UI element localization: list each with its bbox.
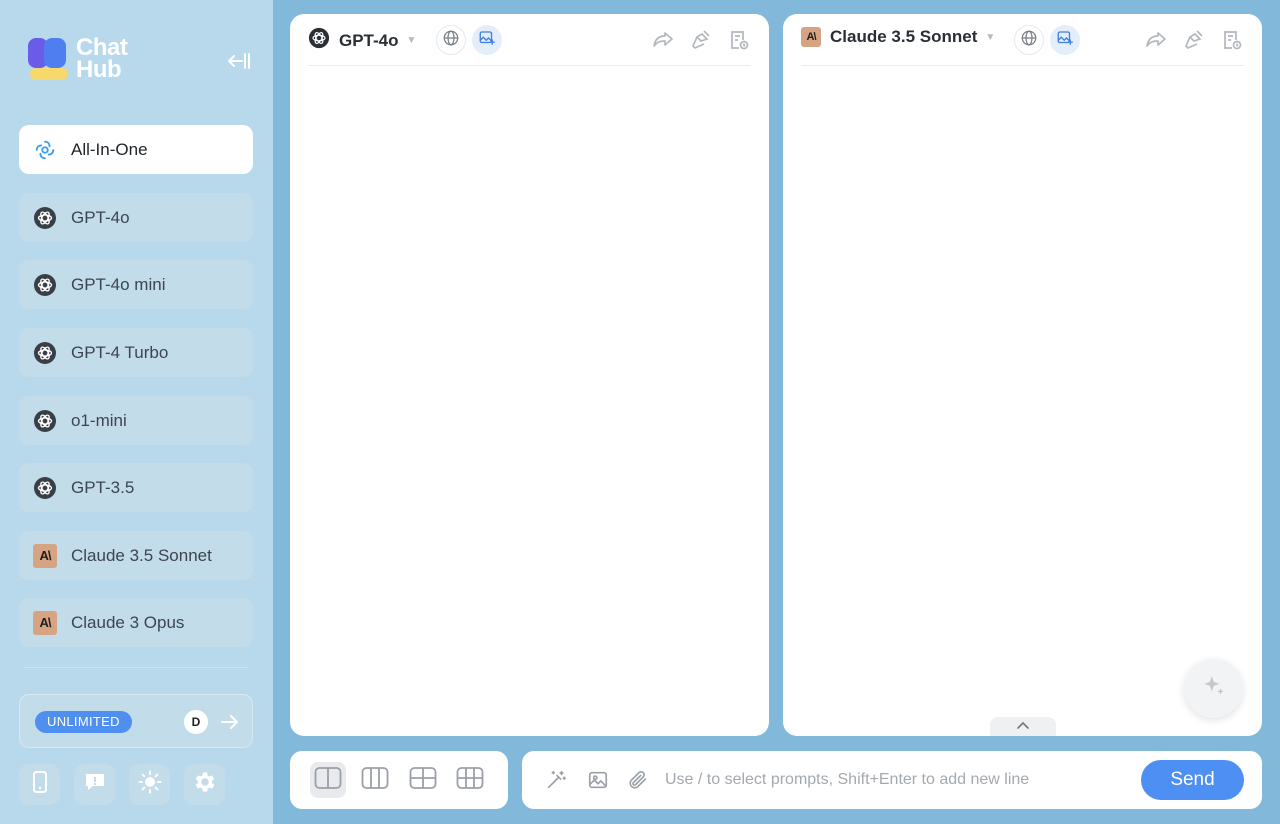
sidebar-item-gpt-4o[interactable]: GPT-4o — [19, 193, 253, 242]
sidebar-item-gpt-4-turbo[interactable]: GPT-4 Turbo — [19, 328, 253, 377]
all-in-one-icon — [33, 138, 57, 162]
layout-4-grid-icon — [409, 766, 437, 795]
layout-2-col-icon — [314, 766, 342, 795]
phone-icon — [29, 770, 51, 799]
clear-chat-icon[interactable] — [688, 27, 714, 53]
sidebar-item-claude-3-opus[interactable]: A\ Claude 3 Opus — [19, 598, 253, 647]
chathub-logo-icon — [28, 36, 70, 82]
message-composer: Send — [522, 751, 1262, 809]
layout-6-grid-icon — [456, 766, 484, 795]
sidebar-item-label: GPT-4o mini — [71, 274, 166, 294]
logo-text-hub: Hub — [76, 56, 122, 83]
theme-toggle-button[interactable] — [129, 764, 170, 805]
sidebar-item-label: Claude 3.5 Sonnet — [71, 545, 212, 565]
history-icon[interactable] — [1219, 27, 1245, 53]
history-icon[interactable] — [726, 27, 752, 53]
sun-icon — [138, 770, 162, 799]
model-name: Claude 3.5 Sonnet — [830, 27, 978, 46]
anthropic-icon: A\ — [801, 27, 821, 47]
openai-icon — [33, 409, 57, 433]
prompt-input[interactable] — [665, 765, 1125, 795]
web-access-button[interactable] — [436, 25, 466, 55]
globe-icon — [442, 29, 460, 52]
clear-chat-icon[interactable] — [1181, 27, 1207, 53]
openai-icon — [33, 273, 57, 297]
sidebar-item-gpt-3-5[interactable]: GPT-3.5 — [19, 463, 253, 512]
web-access-button[interactable] — [1014, 25, 1044, 55]
model-name: GPT-4o — [339, 30, 399, 50]
sidebar-item-label: GPT-4 Turbo — [71, 342, 169, 362]
sidebar-item-label: o1-mini — [71, 410, 127, 430]
image-input-button[interactable] — [1050, 25, 1080, 55]
panel-header: GPT-4o ▼ — [308, 14, 751, 66]
image-input-button[interactable] — [472, 25, 502, 55]
chevron-down-icon: ▼ — [406, 35, 417, 46]
feedback-icon — [83, 770, 107, 799]
sidebar-item-o1-mini[interactable]: o1-mini — [19, 396, 253, 445]
sidebar-item-label: All-In-One — [71, 139, 148, 159]
chevron-down-icon: ▼ — [985, 31, 996, 43]
app-logo[interactable]: Chat Hub — [28, 36, 128, 83]
layout-4-grid-button[interactable] — [405, 762, 441, 798]
model-selector[interactable]: A\ Claude 3.5 Sonnet ▼ — [801, 27, 995, 47]
plan-badge: UNLIMITED — [35, 711, 132, 733]
avatar[interactable]: D — [184, 710, 208, 734]
collapse-sidebar-icon[interactable] — [226, 50, 252, 72]
chevron-up-icon — [1016, 718, 1030, 736]
prompt-helper-button[interactable] — [1184, 659, 1243, 718]
arrow-right-icon[interactable] — [218, 710, 242, 734]
layout-6-grid-button[interactable] — [452, 762, 488, 798]
sidebar-item-all-in-one[interactable]: All-In-One — [19, 125, 253, 174]
openai-icon — [308, 27, 330, 54]
image-plus-icon — [1056, 29, 1074, 52]
send-button[interactable]: Send — [1141, 760, 1244, 800]
share-icon[interactable] — [650, 27, 676, 53]
openai-icon — [33, 476, 57, 500]
image-icon[interactable] — [586, 768, 610, 792]
sidebar-item-gpt-4o-mini[interactable]: GPT-4o mini — [19, 260, 253, 309]
anthropic-icon: A\ — [33, 610, 57, 635]
layout-3-col-icon — [361, 766, 389, 795]
openai-icon — [33, 206, 57, 230]
image-plus-icon — [478, 29, 496, 52]
chat-panel-claude-3-5-sonnet: A\ Claude 3.5 Sonnet ▼ — [783, 14, 1262, 736]
sparkle-icon — [1201, 673, 1227, 704]
panel-header: A\ Claude 3.5 Sonnet ▼ — [801, 14, 1244, 66]
sidebar-item-claude-3-5-sonnet[interactable]: A\ Claude 3.5 Sonnet — [19, 531, 253, 580]
share-icon[interactable] — [1143, 27, 1169, 53]
openai-icon — [33, 341, 57, 365]
layout-2-columns-button[interactable] — [310, 762, 346, 798]
globe-icon — [1020, 29, 1038, 52]
layout-3-columns-button[interactable] — [357, 762, 393, 798]
sidebar: Chat Hub All-In-One GPT-4o GPT-4o mini G… — [0, 0, 273, 824]
paperclip-icon[interactable] — [626, 768, 650, 792]
gear-icon — [192, 769, 218, 800]
mobile-app-button[interactable] — [19, 764, 60, 805]
magic-wand-icon[interactable] — [544, 768, 568, 792]
model-selector[interactable]: GPT-4o ▼ — [308, 27, 416, 54]
chat-panel-gpt-4o: GPT-4o ▼ — [290, 14, 769, 736]
plan-card[interactable]: UNLIMITED D — [19, 694, 253, 748]
settings-button[interactable] — [184, 764, 225, 805]
sidebar-item-label: GPT-4o — [71, 207, 130, 227]
sidebar-item-label: Claude 3 Opus — [71, 612, 185, 632]
layout-selector — [290, 751, 508, 809]
feedback-button[interactable] — [74, 764, 115, 805]
expand-panel-button[interactable] — [990, 717, 1056, 736]
anthropic-icon: A\ — [33, 543, 57, 568]
sidebar-item-label: GPT-3.5 — [71, 477, 135, 497]
sidebar-divider — [24, 667, 248, 668]
